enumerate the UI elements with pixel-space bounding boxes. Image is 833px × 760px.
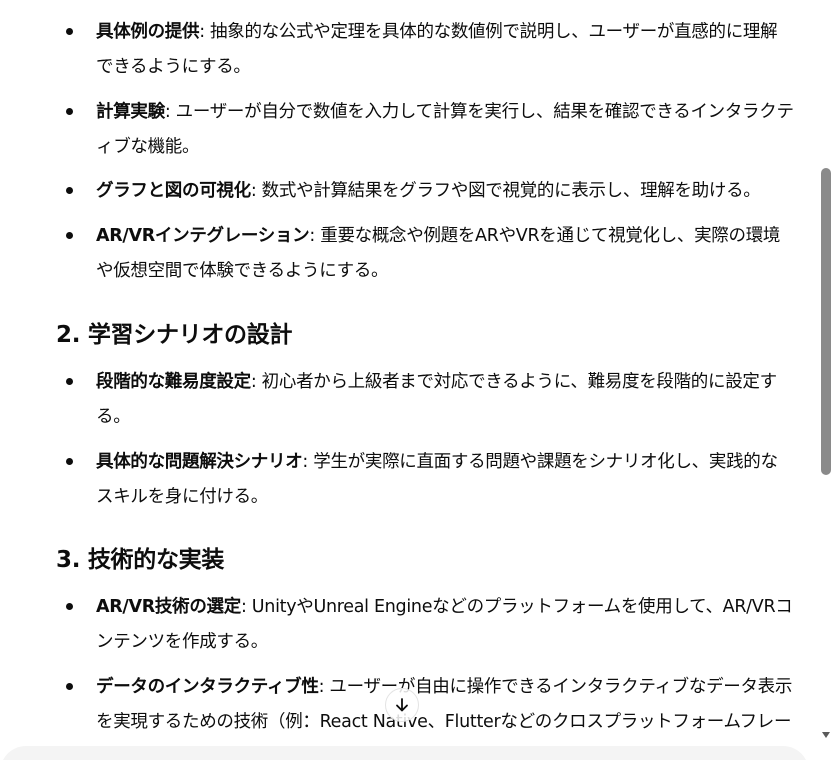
list-item-title: 段階的な難易度設定 (96, 372, 251, 392)
bullet-icon (66, 232, 73, 239)
bullet-icon (66, 187, 73, 194)
list-item: AR/VRインテグレーション: 重要な概念や例題をARやVRを通じて視覚化し、実… (0, 219, 818, 289)
list-item: AR/VR技術の選定: UnityやUnreal Engineなどのプラットフォ… (0, 590, 818, 670)
bullet-icon (66, 603, 73, 610)
scrollbar-thumb[interactable] (821, 168, 831, 475)
list-item-title: AR/VRインテグレーション (96, 226, 310, 246)
list-item: 計算実験: ユーザーが自分で数値を入力して計算を実行し、結果を確認できるインタラ… (0, 95, 818, 174)
list-item-text: : 抽象的な公式や定理を具体的な数値例で説明し、ユーザーが直感的に理解できるよう… (96, 22, 778, 77)
chat-viewport: 具体例の提供: 抽象的な公式や定理を具体的な数値例で説明し、ユーザーが直感的に理… (0, 0, 833, 760)
scroll-to-bottom-button[interactable] (385, 688, 419, 722)
bullet-icon (66, 28, 73, 35)
list-item-text: : ユーザーが自分で数値を入力して計算を実行し、結果を確認できるインタラクティブ… (96, 102, 794, 157)
list-item-title: 具体的な問題解決シナリオ (96, 452, 303, 472)
list-item: 具体例の提供: 抽象的な公式や定理を具体的な数値例で説明し、ユーザーが直感的に理… (0, 15, 818, 95)
bullet-icon (66, 108, 73, 115)
composer-container (0, 746, 809, 760)
scroll-down-arrow-icon[interactable] (822, 732, 830, 738)
list-item-title: 計算実験 (96, 102, 165, 122)
list-item-title: 具体例の提供 (96, 22, 200, 42)
list-item-text: : 数式や計算結果をグラフや図で視覚的に表示し、理解を助ける。 (250, 181, 761, 201)
feature-list: 具体例の提供: 抽象的な公式や定理を具体的な数値例で説明し、ユーザーが直感的に理… (0, 15, 818, 289)
scenario-list: 段階的な難易度設定: 初心者から上級者まで対応できるように、難易度を段階的に設定… (0, 365, 818, 515)
arrow-down-icon (396, 698, 408, 712)
list-item: 具体的な問題解決シナリオ: 学生が実際に直面する問題や課題をシナリオ化し、実践的… (0, 445, 818, 515)
list-item: 段階的な難易度設定: 初心者から上級者まで対応できるように、難易度を段階的に設定… (0, 365, 818, 445)
bullet-icon (66, 458, 73, 465)
section-heading: 2. 学習シナリオの設計 (56, 322, 293, 348)
list-item-title: データのインタラクティブ性 (96, 677, 319, 697)
bullet-icon (66, 683, 73, 690)
list-item-title: AR/VR技術の選定 (96, 597, 241, 617)
scrollbar[interactable] (818, 0, 833, 760)
section-heading: 3. 技術的な実装 (56, 547, 225, 573)
bullet-icon (66, 378, 73, 385)
list-item-title: グラフと図の可視化 (96, 181, 251, 201)
list-item: グラフと図の可視化: 数式や計算結果をグラフや図で視覚的に表示し、理解を助ける。 (0, 174, 818, 219)
